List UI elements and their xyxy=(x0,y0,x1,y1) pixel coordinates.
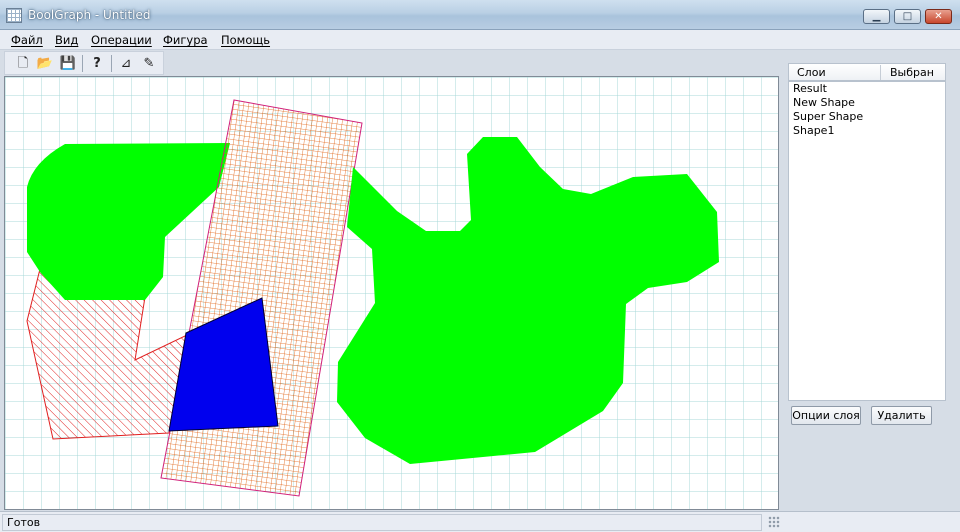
menu-help[interactable]: Помощь xyxy=(221,33,270,47)
menu-view[interactable]: Вид xyxy=(55,33,78,47)
menu-shape[interactable]: Фигура xyxy=(163,33,208,47)
status-bar: Готов xyxy=(0,511,960,532)
delete-layer-button[interactable]: Удалить xyxy=(871,406,932,425)
open-folder-icon[interactable]: 📂 xyxy=(36,55,54,72)
layer-options-button[interactable]: Опции слоя xyxy=(791,406,861,425)
toolbar-separator xyxy=(111,55,112,72)
layers-list-header: Слои Выбран xyxy=(788,63,946,81)
layers-panel: Слои Выбран Result New Shape Super Shape… xyxy=(780,51,960,510)
toolbar: 🗋 📂 💾 ? ⊿ ✎ xyxy=(4,51,164,75)
layer-item[interactable]: New Shape xyxy=(793,96,855,109)
status-text: Готов xyxy=(7,516,41,529)
title-bar: BoolGraph - Untitled ▁ □ ✕ xyxy=(0,0,960,30)
maximize-button[interactable]: □ xyxy=(894,9,921,24)
save-icon[interactable]: 💾 xyxy=(59,55,77,72)
layer-item[interactable]: Result xyxy=(793,82,827,95)
layers-list[interactable]: Result New Shape Super Shape Shape1 xyxy=(788,81,946,401)
minimize-button[interactable]: ▁ xyxy=(863,9,890,24)
menu-bar: Файл Вид Операции Фигура Помощь xyxy=(0,30,960,50)
column-divider[interactable] xyxy=(880,65,881,80)
canvas-svg[interactable] xyxy=(5,77,779,510)
status-pane: Готов xyxy=(2,514,762,531)
layer-item[interactable]: Shape1 xyxy=(793,124,834,137)
help-icon[interactable]: ? xyxy=(88,55,106,72)
column-selected[interactable]: Выбран xyxy=(890,66,934,79)
close-button[interactable]: ✕ xyxy=(925,9,952,24)
edit-tool-icon[interactable]: ✎ xyxy=(140,55,158,72)
toolbar-separator xyxy=(82,55,83,72)
column-layers[interactable]: Слои xyxy=(797,66,826,79)
app-grid-icon xyxy=(6,8,22,23)
resize-grip-icon[interactable] xyxy=(768,516,780,528)
layer-item[interactable]: Super Shape xyxy=(793,110,863,123)
menu-file[interactable]: Файл xyxy=(11,33,43,47)
drawing-canvas[interactable] xyxy=(4,76,779,510)
window-title: BoolGraph - Untitled xyxy=(28,8,151,22)
menu-operations[interactable]: Операции xyxy=(91,33,152,47)
new-document-icon[interactable]: 🗋 xyxy=(14,55,32,72)
polygon-tool-icon[interactable]: ⊿ xyxy=(117,55,135,72)
